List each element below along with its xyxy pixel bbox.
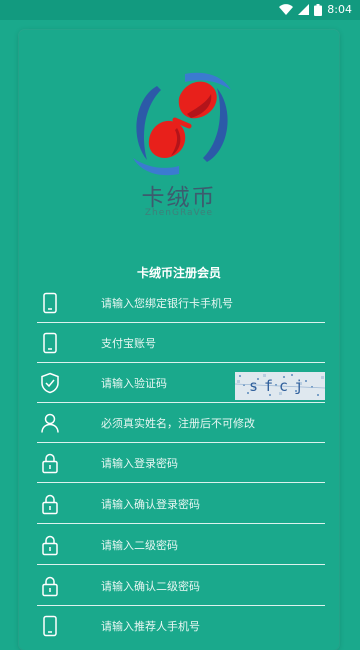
captcha-input[interactable]: 请输入验证码 — [101, 375, 167, 391]
lock-icon — [42, 535, 58, 556]
brand-logo — [133, 72, 231, 176]
form-title: 卡绒币注册会员 — [136, 266, 221, 280]
confirm-login-password-field[interactable]: 请输入确认登录密码 — [37, 484, 325, 524]
confirm-secondary-password-input[interactable]: 请输入确认二级密码 — [101, 578, 200, 594]
shield-check-icon — [41, 372, 59, 394]
captcha-field[interactable]: 请输入验证码 sfcj — [37, 363, 325, 403]
secondary-password-input[interactable]: 请输入二级密码 — [101, 537, 178, 553]
bank-phone-input[interactable]: 请输入您绑定银行卡手机号 — [101, 295, 233, 311]
field-underline — [37, 523, 325, 524]
status-time: 8:04 — [327, 3, 352, 16]
login-password-input[interactable]: 请输入登录密码 — [101, 455, 178, 471]
confirm-secondary-password-field[interactable]: 请输入确认二级密码 — [37, 566, 325, 606]
lock-icon — [42, 494, 58, 515]
brand-name: 卡绒币 — [141, 185, 217, 211]
status-icons: 8:04 — [279, 3, 352, 16]
field-underline — [37, 564, 325, 565]
lock-icon — [42, 576, 58, 597]
phone-icon — [43, 292, 57, 314]
captcha-image[interactable]: sfcj — [235, 372, 325, 400]
lock-icon — [42, 453, 58, 474]
real-name-input[interactable]: 必须真实姓名，注册后不可修改 — [101, 415, 255, 431]
login-password-field[interactable]: 请输入登录密码 — [37, 443, 325, 483]
alipay-input[interactable]: 支付宝账号 — [101, 335, 156, 351]
user-icon — [41, 413, 59, 433]
bank-phone-field[interactable]: 请输入您绑定银行卡手机号 — [37, 283, 325, 323]
captcha-text: sfcj — [249, 377, 310, 395]
real-name-field[interactable]: 必须真实姓名，注册后不可修改 — [37, 403, 325, 443]
phone-icon — [43, 615, 57, 637]
referrer-phone-field[interactable]: 请输入推荐人手机号 — [37, 606, 325, 646]
secondary-password-field[interactable]: 请输入二级密码 — [37, 525, 325, 565]
referrer-phone-input[interactable]: 请输入推荐人手机号 — [101, 618, 200, 634]
field-underline — [37, 482, 325, 483]
signal-icon — [298, 4, 310, 15]
wifi-icon — [279, 4, 294, 15]
status-bar: 8:04 — [0, 0, 360, 20]
register-card: 卡绒币 ZhenGRaVee 卡绒币注册会员 请输入您绑定银行卡手机号 支付宝账… — [19, 30, 339, 650]
alipay-field[interactable]: 支付宝账号 — [37, 323, 325, 363]
phone-icon — [43, 332, 57, 354]
battery-icon — [314, 3, 323, 16]
confirm-login-password-input[interactable]: 请输入确认登录密码 — [101, 496, 200, 512]
brand-subtitle: ZhenGRaVee — [144, 208, 214, 218]
